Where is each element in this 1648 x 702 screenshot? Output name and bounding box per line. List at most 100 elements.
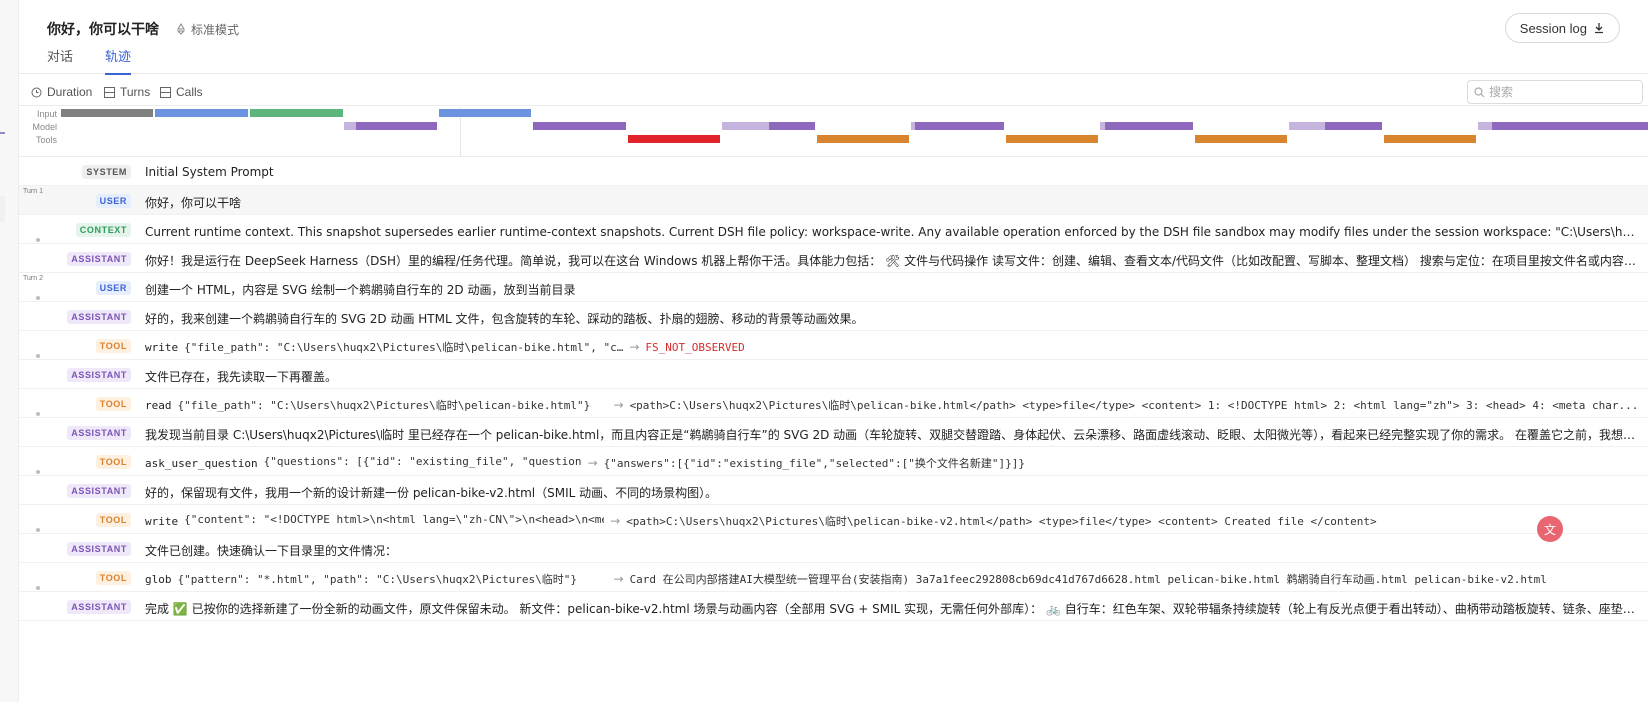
trace-row[interactable]: Turn 2 USER 创建一个 HTML，内容是 SVG 绘制一个鹈鹕骑自行车… bbox=[19, 273, 1648, 302]
timeline-segment-model[interactable] bbox=[356, 122, 437, 130]
tool-name: write bbox=[145, 341, 179, 354]
left-edge-marker bbox=[0, 132, 5, 134]
trace-row[interactable]: TOOL write {"file_path": "C:\Users\huqx2\… bbox=[19, 331, 1648, 360]
role-badge-assistant: ASSISTANT bbox=[67, 310, 131, 324]
calls-toggle[interactable]: Calls bbox=[160, 85, 203, 99]
search-box[interactable] bbox=[1467, 80, 1643, 104]
recycle-icon bbox=[176, 23, 186, 35]
timeline-dot bbox=[36, 238, 40, 242]
role-badge-user: USER bbox=[95, 194, 131, 208]
trace-row[interactable]: TOOL ask_user_question {"questions": [{"i… bbox=[19, 447, 1648, 476]
timeline-label-model: Model bbox=[32, 122, 57, 132]
timeline-dot bbox=[36, 528, 40, 532]
panel-icon bbox=[104, 86, 115, 98]
timeline-segment-tool[interactable] bbox=[1006, 135, 1098, 143]
tab-conversation[interactable]: 对话 bbox=[47, 46, 73, 75]
timeline-dot bbox=[36, 586, 40, 590]
timeline-segment-model[interactable] bbox=[915, 122, 1004, 130]
tool-args: {"file_path": "C:\Users\huqx2\Pictures\临… bbox=[177, 399, 591, 412]
role-badge-assistant: ASSISTANT bbox=[67, 484, 131, 498]
row-content: ask_user_question {"questions": [{"id": "… bbox=[145, 455, 1640, 471]
row-content: write {"file_path": "C:\Users\huqx2\Pictu… bbox=[145, 339, 1640, 355]
tab-trajectory[interactable]: 轨迹 bbox=[105, 46, 132, 75]
timeline-segment-model[interactable] bbox=[1325, 122, 1382, 130]
role-badge-system: SYSTEM bbox=[82, 165, 131, 179]
timeline-segment-model[interactable] bbox=[1478, 122, 1492, 130]
timeline-dot bbox=[36, 354, 40, 358]
timeline-segment-tool[interactable] bbox=[628, 135, 720, 143]
role-badge-assistant: ASSISTANT bbox=[67, 426, 131, 440]
trace-row[interactable]: CONTEXT Current runtime context. This sn… bbox=[19, 215, 1648, 244]
row-content: 你好！我是运行在 DeepSeek Harness（DSH）里的编程/任务代理。… bbox=[145, 254, 1640, 268]
mode-indicator[interactable]: 标准模式 bbox=[175, 21, 239, 38]
turn-label: Turn 1 bbox=[23, 188, 43, 195]
tab-bar: 对话 轨迹 bbox=[47, 46, 163, 75]
search-icon bbox=[1474, 86, 1485, 97]
turns-toggle[interactable]: Turns bbox=[104, 85, 150, 99]
tool-name: write bbox=[145, 515, 179, 528]
tool-name: glob bbox=[145, 573, 172, 586]
duration-toggle[interactable]: Duration bbox=[31, 85, 92, 99]
row-content: Initial System Prompt bbox=[145, 165, 274, 179]
timeline-segment-model[interactable] bbox=[722, 122, 769, 130]
search-input[interactable] bbox=[1489, 85, 1629, 99]
timeline-segment-tool[interactable] bbox=[1384, 135, 1476, 143]
trace-row[interactable]: ASSISTANT 文件已存在，我先读取一下再覆盖。 bbox=[19, 354, 1648, 389]
left-edge-highlight bbox=[0, 196, 5, 222]
tool-name: ask_user_question bbox=[145, 457, 258, 470]
timeline: Input Model Tools bbox=[19, 107, 1648, 157]
timeline-label-input: Input bbox=[36, 109, 57, 119]
role-badge-tool: TOOL bbox=[95, 571, 131, 585]
timeline-dot bbox=[36, 470, 40, 474]
timeline-segment-input[interactable] bbox=[439, 109, 531, 117]
tool-args: {"questions": [{"id": "existing_file", "… bbox=[263, 455, 582, 468]
timeline-segment-input[interactable] bbox=[250, 109, 343, 117]
row-content: 文件已存在，我先读取一下再覆盖。 bbox=[145, 370, 338, 384]
tool-args: {"pattern": "*.html", "path": "C:\Users\… bbox=[177, 573, 578, 586]
row-content: write {"content": "<!DOCTYPE html>\n<html… bbox=[145, 513, 1640, 529]
timeline-segment-model[interactable] bbox=[1105, 122, 1193, 130]
duration-label: Duration bbox=[47, 85, 93, 99]
trace-row[interactable]: ASSISTANT 文件已创建。快速确认一下目录里的文件情况： bbox=[19, 528, 1648, 563]
timeline-segment-tool[interactable] bbox=[1195, 135, 1287, 143]
trace-row[interactable]: TOOL glob {"pattern": "*.html", "path": "… bbox=[19, 563, 1648, 592]
row-content: 我发现当前目录 C:\Users\huqx2\Pictures\临时 里已经存在… bbox=[145, 428, 1640, 442]
calls-label: Calls bbox=[176, 85, 203, 99]
row-content: glob {"pattern": "*.html", "path": "C:\Us… bbox=[145, 571, 1640, 587]
session-log-button[interactable]: Session log bbox=[1504, 13, 1620, 43]
timeline-segment-model[interactable] bbox=[344, 122, 356, 130]
timeline-segment-input[interactable] bbox=[61, 109, 153, 117]
trace-row[interactable]: TOOL write {"content": "<!DOCTYPE html>\n… bbox=[19, 505, 1648, 534]
trace-toolbar: Duration Turns Calls bbox=[19, 78, 1648, 106]
tool-result: Card 在公司内部搭建AI大模型统一管理平台(安装指南) 3a7a1feec2… bbox=[629, 573, 1547, 586]
translate-icon[interactable]: 文 bbox=[1537, 516, 1563, 542]
trace-row[interactable]: ASSISTANT 完成 ✅ 已按你的选择新建了一份全新的动画文件，原文件保留未… bbox=[19, 586, 1648, 621]
panel-icon bbox=[160, 86, 171, 98]
trace-row[interactable]: TOOL read {"file_path": "C:\Users\huqx2\P… bbox=[19, 389, 1648, 418]
turns-label: Turns bbox=[120, 85, 151, 99]
role-badge-tool: TOOL bbox=[95, 339, 131, 353]
arrow-icon: → bbox=[613, 572, 624, 586]
timeline-segment-tool[interactable] bbox=[817, 135, 909, 143]
trace-row[interactable]: Turn 1 USER 你好，你可以干啥 bbox=[19, 186, 1648, 215]
trace-row[interactable]: ASSISTANT 我发现当前目录 C:\Users\huqx2\Picture… bbox=[19, 412, 1648, 447]
tool-result: {"answers":[{"id":"existing_file","selec… bbox=[603, 457, 1026, 470]
row-content: 你好，你可以干啥 bbox=[145, 196, 242, 210]
timeline-segment-model[interactable] bbox=[533, 122, 626, 130]
timeline-label-tools: Tools bbox=[35, 135, 57, 145]
trace-row[interactable]: SYSTEM Initial System Prompt bbox=[19, 157, 1648, 186]
row-content: 完成 ✅ 已按你的选择新建了一份全新的动画文件，原文件保留未动。 新文件：pel… bbox=[145, 602, 1640, 616]
timeline-dot bbox=[36, 412, 40, 416]
mode-label: 标准模式 bbox=[191, 22, 240, 37]
trace-row[interactable]: ASSISTANT 你好！我是运行在 DeepSeek Harness（DSH）… bbox=[19, 238, 1648, 273]
trace-row[interactable]: ASSISTANT 好的，我来创建一个鹈鹕骑自行车的 SVG 2D 动画 HTM… bbox=[19, 296, 1648, 331]
turn-label: Turn 2 bbox=[23, 275, 43, 282]
arrow-icon: → bbox=[629, 340, 640, 354]
timeline-segment-model[interactable] bbox=[1492, 122, 1648, 130]
timeline-segment-input[interactable] bbox=[155, 109, 248, 117]
timeline-segment-model[interactable] bbox=[769, 122, 815, 130]
role-badge-user: USER bbox=[95, 281, 131, 295]
timeline-segment-model[interactable] bbox=[1289, 122, 1325, 130]
trace-row[interactable]: ASSISTANT 好的，保留现有文件，我用一个新的设计新建一份 pelican… bbox=[19, 470, 1648, 505]
arrow-icon: → bbox=[613, 398, 624, 412]
